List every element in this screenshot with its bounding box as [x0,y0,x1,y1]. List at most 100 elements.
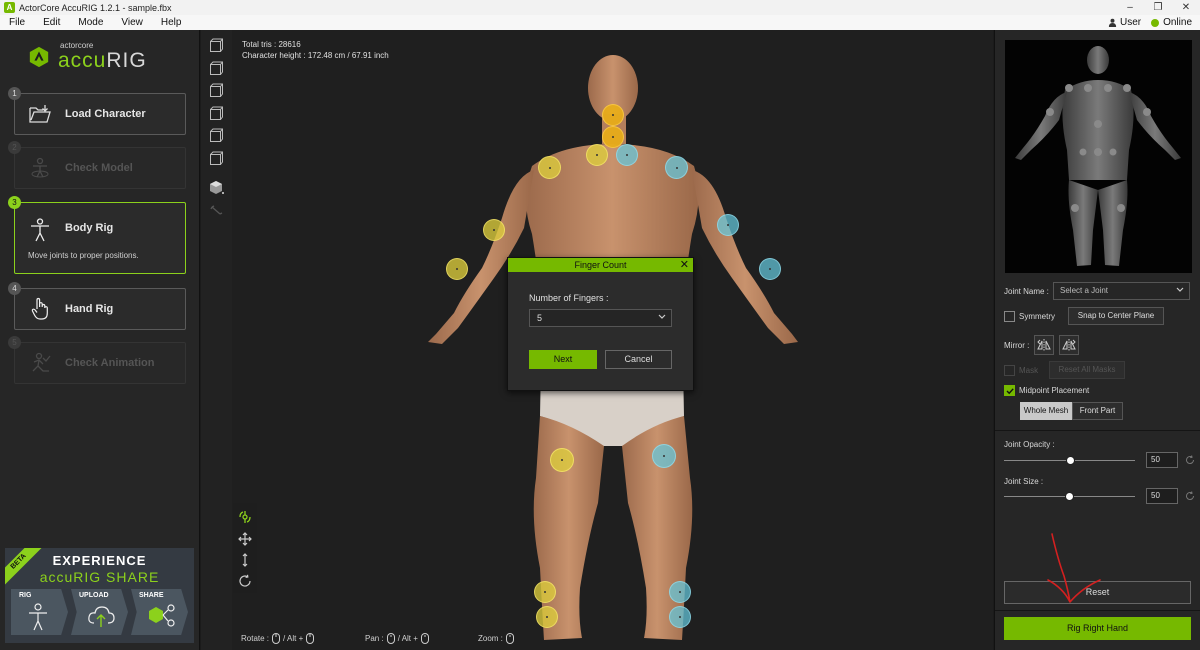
step-hand-rig[interactable]: 4 Hand Rig [8,282,186,330]
step-hint: Move joints to proper positions. [28,251,139,260]
view-front-icon[interactable] [209,38,224,53]
step-body-rig[interactable]: 3 Body Rig Move joints to proper positio… [8,196,186,274]
menu-view[interactable]: View [112,17,152,28]
menu-mode[interactable]: Mode [69,17,112,28]
online-dot-icon [1151,18,1160,27]
next-button[interactable]: Next [529,350,597,369]
reset-opacity-icon[interactable] [1185,455,1195,465]
rig-figure-icon [29,603,47,631]
midpoint-placement-checkbox[interactable] [1004,385,1015,396]
mouse-wheel-icon [505,633,514,644]
zoom-label: Zoom : [478,634,503,643]
mouse-left-icon [272,633,281,644]
mirror-right-icon [1062,339,1076,351]
joint-left-wrist[interactable] [446,258,468,280]
user-button[interactable]: User [1108,17,1141,28]
joint-left-toe[interactable] [536,606,558,628]
joint-right-shoulder[interactable] [665,156,688,179]
minimize-button[interactable]: – [1116,2,1144,13]
step-number: 5 [8,336,21,349]
menu-help[interactable]: Help [152,17,191,28]
joint-left-ankle[interactable] [534,581,556,603]
mouse-right-icon [306,633,315,644]
joint-right-knee[interactable] [652,444,676,468]
joint-left-clavicle[interactable] [586,144,608,166]
menu-file[interactable]: File [0,17,34,28]
mirror-label: Mirror : [1004,341,1030,350]
whole-mesh-toggle[interactable]: Whole Mesh [1020,402,1072,420]
cancel-button[interactable]: Cancel [605,350,672,369]
preview-body-model [1015,46,1181,266]
chevron-down-icon [1176,287,1184,292]
rotate-hint: Rotate : / Alt + [241,633,315,644]
step-label: Check Animation [65,357,155,369]
mirror-left-icon [1037,339,1051,351]
joint-size-label: Joint Size : [1004,477,1044,486]
finger-count-value: 5 [537,313,543,323]
workflow-panel: actorcore accuRIG 1 Load Character 2 Che… [0,30,200,650]
bone-tool-icon [210,205,223,215]
logo-main-b: RIG [106,49,147,72]
accurig-share-banner[interactable]: BETA EXPERIENCE accuRIG SHARE RIG UPLOAD… [5,548,194,643]
title-bar: A ActorCore AccuRIG 1.2.1 - sample.fbx –… [0,0,1200,15]
symmetry-checkbox[interactable] [1004,311,1015,322]
joint-right-toe[interactable] [669,606,691,628]
view-bottom-icon[interactable] [209,151,224,166]
logo-main-a: accu [58,49,107,72]
joint-name-select[interactable]: Select a Joint [1053,282,1190,300]
dolly-tool-icon[interactable] [238,553,252,567]
joint-right-elbow[interactable] [717,214,739,236]
joint-name-label: Joint Name : [1004,287,1049,296]
pan-tool-icon[interactable] [238,532,252,546]
joint-opacity-slider[interactable] [1066,456,1075,465]
mirror-left-button[interactable] [1034,335,1054,355]
dialog-close-icon[interactable]: ✕ [680,258,689,272]
menu-edit[interactable]: Edit [34,17,69,28]
step-load-character[interactable]: 1 Load Character [8,87,186,135]
step-label: Body Rig [65,222,114,234]
step-label: Load Character [65,108,146,120]
joint-name-placeholder: Select a Joint [1060,286,1109,295]
navigation-tools [233,503,257,593]
mask-label: Mask [1019,366,1039,375]
user-icon [1108,18,1117,27]
shaded-cube-icon[interactable] [209,180,224,195]
front-part-toggle[interactable]: Front Part [1072,402,1123,420]
finger-count-select[interactable]: 5 [529,309,672,327]
pan-alt-label: / Alt + [397,634,418,643]
reset-view-icon[interactable] [238,574,252,588]
joint-left-elbow[interactable] [483,219,505,241]
step-number: 3 [8,196,21,209]
rotate-tool-icon[interactable] [238,510,252,524]
view-top-icon[interactable] [209,128,224,143]
snap-center-plane-button[interactable]: Snap to Center Plane [1068,307,1164,325]
joint-opacity-input[interactable]: 50 [1146,452,1178,468]
close-window-button[interactable]: ✕ [1172,2,1200,13]
status-label: Online [1163,17,1192,28]
check-icon [1006,388,1014,395]
rig-right-hand-button[interactable]: Rig Right Hand [1004,617,1191,640]
joint-size-slider[interactable] [1065,492,1074,501]
model-stats: Total tris : 28616 Character height : 17… [242,39,389,61]
separator [995,610,1200,611]
mirror-right-button[interactable] [1059,335,1079,355]
check-animation-icon [15,352,65,374]
joint-right-clavicle[interactable] [616,144,638,166]
reset-size-icon[interactable] [1185,491,1195,501]
maximize-button[interactable]: ❐ [1144,2,1172,13]
character-height: Character height : 172.48 cm / 67.91 inc… [242,51,389,60]
joint-head[interactable] [602,104,624,126]
view-right-icon[interactable] [209,106,224,121]
view-back-icon[interactable] [209,61,224,76]
view-left-icon[interactable] [209,83,224,98]
promo-tile-rig: RIG [11,589,68,635]
separator [995,430,1200,431]
joint-left-knee[interactable] [550,448,574,472]
promo-tiles: RIG UPLOAD SHARE [11,589,188,635]
joint-size-input[interactable]: 50 [1146,488,1178,504]
logo-main-text: accuRIG [58,50,147,71]
reset-all-masks-button: Reset All Masks [1049,361,1125,379]
joint-right-ankle[interactable] [669,581,691,603]
joint-right-wrist[interactable] [759,258,781,280]
joint-left-shoulder[interactable] [538,156,561,179]
